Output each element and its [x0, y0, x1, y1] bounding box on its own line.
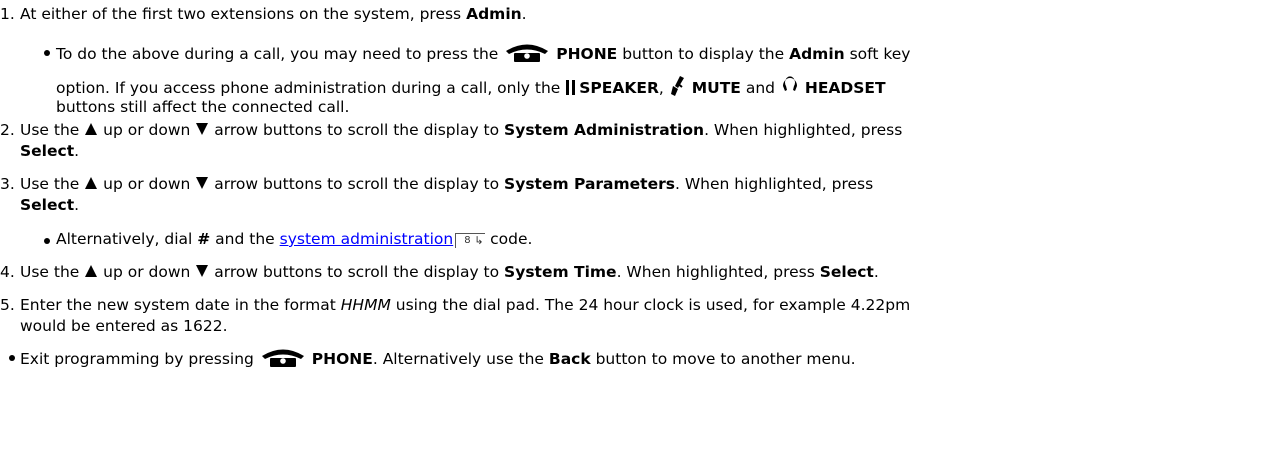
down-arrow-icon — [196, 265, 209, 277]
step-5-text: Enter the new system date in the format … — [20, 296, 911, 314]
step-2-text: Use the up or down arrow buttons to scro… — [20, 121, 903, 139]
phone-icon — [261, 349, 304, 367]
step-2-number: 2. — [0, 121, 15, 139]
step-4-text: Use the up or down arrow buttons to scro… — [20, 263, 879, 281]
step-4-number: 4. — [0, 263, 15, 281]
up-arrow-icon — [85, 265, 98, 277]
sub-bullet-line-3: buttons still affect the connected call. — [56, 98, 350, 116]
up-arrow-icon — [85, 177, 98, 189]
bullet — [44, 50, 50, 56]
exit-instruction: Exit programming by pressing PHONE. Alte… — [20, 346, 856, 369]
down-arrow-icon — [196, 123, 209, 135]
sub-bullet-alternative: Alternatively, dial # and the system adm… — [56, 230, 533, 248]
sub-bullet-line-2: option. If you access phone administrati… — [56, 75, 886, 98]
step-5-text-cont: would be entered as 1622. — [20, 317, 228, 335]
mute-icon — [670, 76, 684, 96]
step-3-number: 3. — [0, 175, 15, 193]
step-5-number: 5. — [0, 296, 15, 314]
step-1-text: At either of the first two extensions on… — [20, 5, 527, 23]
page-reference-icon[interactable]: 8 ↳ — [455, 233, 486, 248]
up-arrow-icon — [85, 123, 98, 135]
headset-icon — [782, 76, 797, 91]
step-1-number: 1. — [0, 5, 15, 23]
down-arrow-icon — [196, 177, 209, 189]
step-3-text: Use the up or down arrow buttons to scro… — [20, 175, 874, 193]
bullet — [44, 238, 50, 244]
step-2-text-cont: Select. — [20, 142, 80, 160]
system-administration-link[interactable]: system administration — [280, 230, 454, 248]
phone-icon — [506, 44, 549, 62]
speaker-icon — [566, 80, 576, 95]
sub-bullet-line-1: To do the above during a call, you may n… — [56, 41, 910, 64]
step-3-text-cont: Select. — [20, 196, 80, 214]
bullet — [9, 355, 15, 361]
